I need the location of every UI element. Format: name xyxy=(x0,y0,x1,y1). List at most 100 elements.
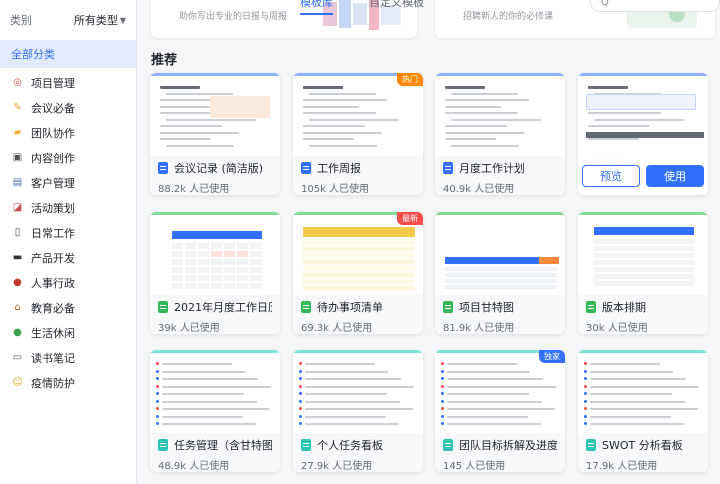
preview-line xyxy=(447,393,529,395)
template-card[interactable]: 月度工作计划 40.9k 人已使用 xyxy=(435,73,565,195)
preview-dot xyxy=(584,399,587,403)
preview-line xyxy=(590,393,672,395)
preview-line xyxy=(160,131,239,134)
preview-line xyxy=(445,99,529,101)
preview-dot xyxy=(584,362,587,365)
template-card[interactable]: 团队目标拆解及进度... 145 人已使用 独家 xyxy=(435,350,565,472)
sidebar-item-label: 活动策划 xyxy=(31,201,75,215)
card-preview xyxy=(435,215,565,295)
template-card[interactable]: 产品需求文档预览使用 xyxy=(578,73,708,195)
sidebar-item[interactable]: ▭ 读书笔记 xyxy=(0,345,136,370)
category-label: 类别 xyxy=(10,14,32,27)
sidebar-item[interactable]: ● 人事行政 xyxy=(0,270,136,295)
preview-line xyxy=(445,131,524,134)
sidebar-item[interactable]: ▯ 日常工作 xyxy=(0,220,136,245)
card-name: 个人任务看板 xyxy=(317,439,383,452)
tab-custom-templates[interactable]: 自定义模板 xyxy=(369,0,424,15)
banner-right-text: 招聘新人的你的必修课 xyxy=(463,12,554,22)
card-usage-count: 69.3k 人已使用 xyxy=(301,323,373,334)
badge-label: 热门 xyxy=(402,75,418,84)
preview-dot xyxy=(584,414,587,418)
pencil-icon: ✎ xyxy=(13,102,22,113)
sidebar-item[interactable]: ▰ 团队协作 xyxy=(0,120,136,145)
banner-left-text: 助你写出专业的日报与周报 xyxy=(179,12,288,22)
person-icon: ● xyxy=(13,277,22,288)
type-filter-dropdown[interactable]: 所有类型 ▼ xyxy=(74,12,126,28)
preview-line xyxy=(303,125,365,127)
template-card[interactable]: 任务管理（含甘特图... 48.9k 人已使用 xyxy=(150,350,280,472)
preview-line xyxy=(445,138,496,140)
sheet-file-icon xyxy=(301,301,311,313)
sidebar-item[interactable]: ▬ 产品开发 xyxy=(0,245,136,270)
sidebar-item[interactable]: ▤ 客户管理 xyxy=(0,170,136,195)
sidebar-item[interactable]: 全部分类 xyxy=(0,40,136,68)
card-footer: 任务管理（含甘特图... 48.9k 人已使用 xyxy=(150,433,280,472)
card-name: 待办事项清单 xyxy=(317,301,383,314)
preview-line xyxy=(590,423,684,425)
preview-dot xyxy=(156,392,159,395)
card-usage-count: 27.9k 人已使用 xyxy=(301,461,373,472)
sheet-preview xyxy=(172,231,262,289)
preview-dot xyxy=(584,407,587,410)
tab-template-gallery[interactable]: 模板库 xyxy=(300,0,333,15)
template-card[interactable]: 版本排期 30k 人已使用 xyxy=(578,212,708,334)
search-input[interactable]: Q xyxy=(590,0,720,12)
preview-line xyxy=(305,385,414,388)
base-file-icon xyxy=(586,439,596,451)
card-name: SWOT 分析看板 xyxy=(602,439,683,452)
sidebar-item[interactable]: ⌂ 教育必备 xyxy=(0,295,136,320)
preview-line xyxy=(588,138,639,140)
preview-line xyxy=(590,370,673,373)
card-usage-count: 48.9k 人已使用 xyxy=(158,461,230,472)
sidebar-item[interactable]: ◪ 活动策划 xyxy=(0,195,136,220)
main-content: 助你写出专业的日报与周报 模板库 自定义模板 招聘新人的你的必修课 Q 推荐 会… xyxy=(137,0,720,484)
template-card[interactable]: 项目甘特图 81.9k 人已使用 xyxy=(435,212,565,334)
type-filter-label: 所有类型 xyxy=(73,14,118,27)
sidebar-item[interactable]: ☺ 疫情防护 xyxy=(0,370,136,395)
card-usage-count: 17.9k 人已使用 xyxy=(586,461,658,472)
sidebar-item[interactable]: ◎ 项目管理 xyxy=(0,70,136,95)
notebook-icon: ▯ xyxy=(14,227,21,238)
preview-line xyxy=(305,393,387,395)
card-preview xyxy=(435,76,565,156)
card-name: 任务管理（含甘特图... xyxy=(174,439,272,452)
card-title-row: 2021年月度工作日历 xyxy=(158,299,272,315)
template-card[interactable]: 会议记录 (简洁版) 88.2k 人已使用 xyxy=(150,73,280,195)
preview-line xyxy=(447,408,555,410)
sidebar-item[interactable]: ✎ 会议必备 xyxy=(0,95,136,120)
card-title-row: 个人任务看板 xyxy=(301,437,415,453)
sidebar-item-label: 客户管理 xyxy=(31,176,75,190)
sidebar-item[interactable]: ● 生活休闲 xyxy=(0,320,136,345)
base-file-icon xyxy=(158,439,168,451)
card-title-row: 团队目标拆解及进度... xyxy=(443,437,557,453)
preview-dot xyxy=(441,369,444,373)
preview-line xyxy=(590,363,660,365)
laptop-icon: ▭ xyxy=(12,352,23,363)
template-card[interactable]: 2021年月度工作日历 39k 人已使用 xyxy=(150,212,280,334)
section-title: 推荐 xyxy=(151,53,178,68)
preview-line xyxy=(305,378,401,380)
sheet-preview xyxy=(303,227,415,291)
use-template-button[interactable]: 使用 xyxy=(646,164,704,187)
template-card[interactable]: SWOT 分析看板 17.9k 人已使用 xyxy=(578,350,708,472)
card-footer: 待办事项清单 69.3k 人已使用 xyxy=(293,295,423,334)
card-preview xyxy=(293,353,423,433)
sidebar-item[interactable]: ▣ 内容创作 xyxy=(0,145,136,170)
preview-line xyxy=(590,378,686,380)
preview-line xyxy=(590,415,671,418)
template-card[interactable]: 待办事项清单 69.3k 人已使用 最新 xyxy=(293,212,423,334)
preview-line xyxy=(305,370,388,373)
preview-line xyxy=(590,385,699,388)
card-usage-count: 30k 人已使用 xyxy=(586,323,648,334)
preview-line xyxy=(162,363,232,365)
preview-line xyxy=(447,363,517,365)
template-card[interactable]: 工作周报 105k 人已使用 热门 xyxy=(293,73,423,195)
card-usage-count: 145 人已使用 xyxy=(443,461,506,472)
card-preview xyxy=(293,76,423,156)
preview-line xyxy=(451,92,518,95)
card-usage-count: 105k 人已使用 xyxy=(301,184,370,195)
preview-button[interactable]: 预览 xyxy=(582,164,640,187)
sidebar-item-label: 教育必备 xyxy=(31,301,75,315)
template-card[interactable]: 个人任务看板 27.9k 人已使用 xyxy=(293,350,423,472)
card-footer: 个人任务看板 27.9k 人已使用 xyxy=(293,433,423,472)
